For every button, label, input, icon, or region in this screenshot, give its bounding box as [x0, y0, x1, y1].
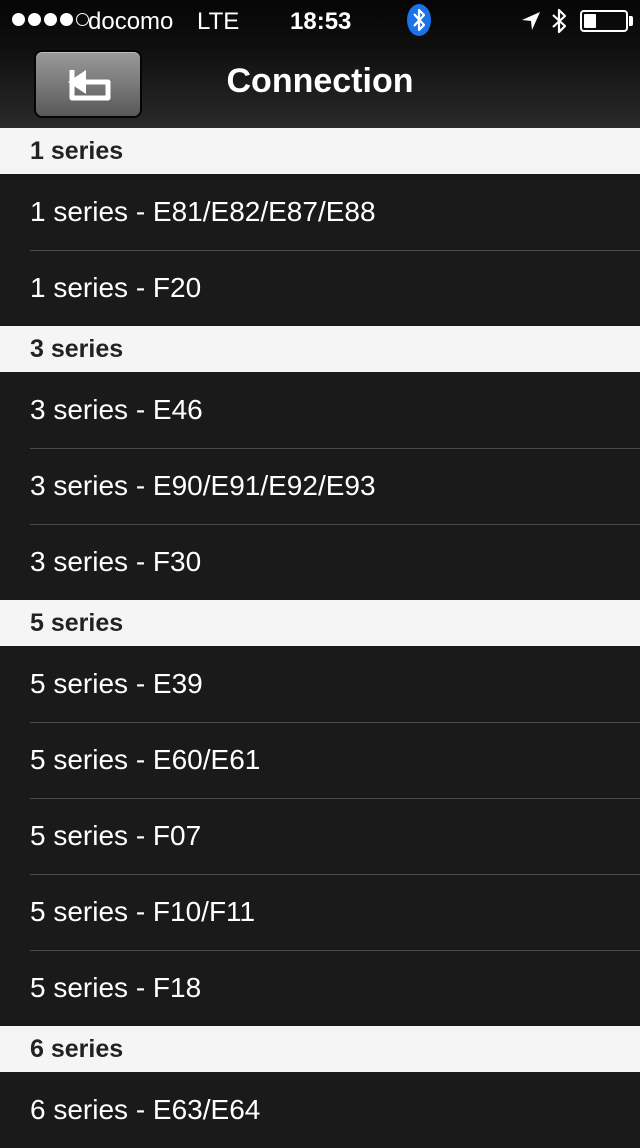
signal-dot — [44, 13, 57, 26]
bluetooth-small-icon — [552, 8, 567, 34]
network-type: LTE — [197, 8, 240, 35]
page-title: Connection — [226, 62, 414, 100]
list-item[interactable]: 3 series - E46 — [0, 372, 640, 448]
list-item[interactable]: 5 series - E39 — [0, 646, 640, 722]
carrier-name: docomo — [88, 8, 174, 35]
bluetooth-icon — [407, 4, 431, 36]
signal-dot — [28, 13, 41, 26]
section-header: 1 series — [0, 128, 640, 174]
location-arrow-icon — [522, 12, 540, 30]
status-time: 18:53 — [290, 8, 352, 35]
section-header: 6 series — [0, 1026, 640, 1072]
list-item[interactable]: 6 series - E63/E64 — [0, 1072, 640, 1148]
signal-strength-icon — [12, 13, 89, 26]
battery-icon — [580, 10, 628, 32]
list-item[interactable]: 5 series - E60/E61 — [0, 722, 640, 798]
section-header: 5 series — [0, 600, 640, 646]
connection-list[interactable]: 1 series 1 series - E81/E82/E87/E88 1 seri… — [0, 128, 640, 1148]
list-item[interactable]: 1 series - F20 — [0, 250, 640, 326]
section-header: 3 series — [0, 326, 640, 372]
list-item[interactable]: 3 series - F30 — [0, 524, 640, 600]
battery-level — [584, 14, 596, 28]
list-item[interactable]: 1 series - E81/E82/E87/E88 — [0, 174, 640, 250]
list-item[interactable]: 5 series - F10/F11 — [0, 874, 640, 950]
signal-dot — [60, 13, 73, 26]
list-item[interactable]: 5 series - F18 — [0, 950, 640, 1026]
list-item[interactable]: 3 series - E90/E91/E92/E93 — [0, 448, 640, 524]
status-bar: docomo LTE 18:53 — [0, 0, 640, 40]
battery-tip — [629, 16, 633, 26]
signal-dot — [12, 13, 25, 26]
list-item[interactable]: 5 series - F07 — [0, 798, 640, 874]
top-bar: docomo LTE 18:53 Connection — [0, 0, 640, 128]
